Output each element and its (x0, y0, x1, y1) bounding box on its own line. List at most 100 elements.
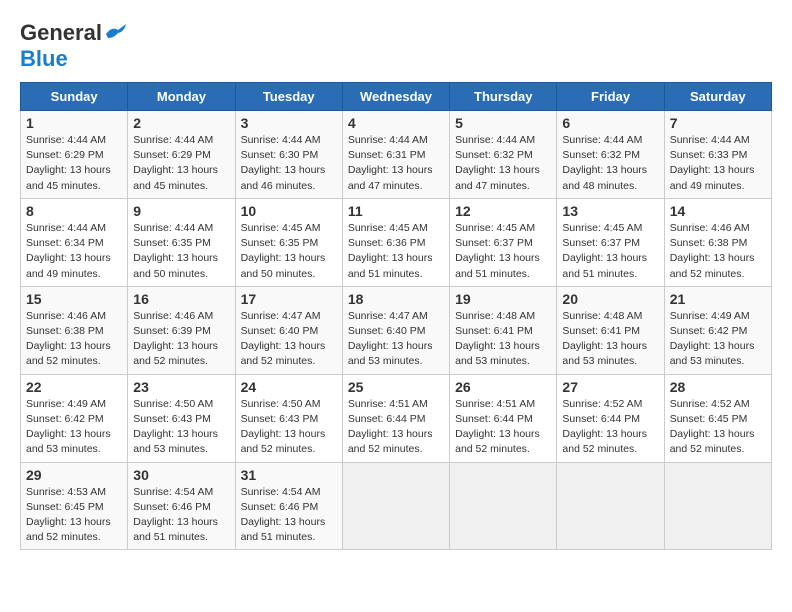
day-info: Sunrise: 4:46 AMSunset: 6:39 PMDaylight:… (133, 310, 218, 368)
day-info: Sunrise: 4:52 AMSunset: 6:44 PMDaylight:… (562, 398, 647, 456)
day-number: 24 (241, 379, 337, 395)
day-info: Sunrise: 4:51 AMSunset: 6:44 PMDaylight:… (455, 398, 540, 456)
calendar-cell: 2 Sunrise: 4:44 AMSunset: 6:29 PMDaylight… (128, 111, 235, 199)
calendar-cell: 25Sunrise: 4:51 AMSunset: 6:44 PMDayligh… (342, 374, 449, 462)
day-number: 17 (241, 291, 337, 307)
day-info: Sunrise: 4:49 AMSunset: 6:42 PMDaylight:… (670, 310, 755, 368)
calendar-table: Sunday Monday Tuesday Wednesday Thursday… (20, 82, 772, 550)
day-number: 28 (670, 379, 766, 395)
day-info: Sunrise: 4:49 AMSunset: 6:42 PMDaylight:… (26, 398, 111, 456)
day-info: Sunrise: 4:44 AMSunset: 6:32 PMDaylight:… (455, 134, 540, 192)
calendar-cell: 12 Sunrise: 4:45 AMSunset: 6:37 PMDayligh… (450, 198, 557, 286)
day-number: 6 (562, 115, 658, 131)
calendar-cell: 21 Sunrise: 4:49 AMSunset: 6:42 PMDayligh… (664, 286, 771, 374)
day-info: Sunrise: 4:44 AMSunset: 6:29 PMDaylight:… (133, 134, 218, 192)
calendar-cell (664, 462, 771, 550)
calendar-cell (450, 462, 557, 550)
day-number: 9 (133, 203, 229, 219)
day-number: 30 (133, 467, 229, 483)
day-number: 15 (26, 291, 122, 307)
page-header: General Blue (20, 20, 772, 72)
calendar-cell: 3 Sunrise: 4:44 AMSunset: 6:30 PMDaylight… (235, 111, 342, 199)
calendar-cell: 24Sunrise: 4:50 AMSunset: 6:43 PMDayligh… (235, 374, 342, 462)
calendar-cell: 23 Sunrise: 4:50 AMSunset: 6:43 PMDayligh… (128, 374, 235, 462)
day-number: 10 (241, 203, 337, 219)
logo: General Blue (20, 20, 126, 72)
day-number: 5 (455, 115, 551, 131)
col-tuesday: Tuesday (235, 83, 342, 111)
calendar-week-row: 8 Sunrise: 4:44 AMSunset: 6:34 PMDaylight… (21, 198, 772, 286)
day-info: Sunrise: 4:48 AMSunset: 6:41 PMDaylight:… (455, 310, 540, 368)
day-number: 21 (670, 291, 766, 307)
day-info: Sunrise: 4:44 AMSunset: 6:35 PMDaylight:… (133, 222, 218, 280)
day-number: 7 (670, 115, 766, 131)
calendar-week-row: 29 Sunrise: 4:53 AMSunset: 6:45 PMDayligh… (21, 462, 772, 550)
day-info: Sunrise: 4:46 AMSunset: 6:38 PMDaylight:… (26, 310, 111, 368)
calendar-cell: 28 Sunrise: 4:52 AMSunset: 6:45 PMDayligh… (664, 374, 771, 462)
day-number: 14 (670, 203, 766, 219)
day-number: 2 (133, 115, 229, 131)
calendar-cell: 16Sunrise: 4:46 AMSunset: 6:39 PMDayligh… (128, 286, 235, 374)
day-info: Sunrise: 4:44 AMSunset: 6:33 PMDaylight:… (670, 134, 755, 192)
day-number: 18 (348, 291, 444, 307)
calendar-week-row: 15 Sunrise: 4:46 AMSunset: 6:38 PMDayligh… (21, 286, 772, 374)
calendar-cell: 22 Sunrise: 4:49 AMSunset: 6:42 PMDayligh… (21, 374, 128, 462)
day-number: 11 (348, 203, 444, 219)
day-info: Sunrise: 4:52 AMSunset: 6:45 PMDaylight:… (670, 398, 755, 456)
calendar-cell: 19 Sunrise: 4:48 AMSunset: 6:41 PMDayligh… (450, 286, 557, 374)
day-number: 26 (455, 379, 551, 395)
day-number: 4 (348, 115, 444, 131)
day-number: 23 (133, 379, 229, 395)
day-info: Sunrise: 4:45 AMSunset: 6:37 PMDaylight:… (562, 222, 647, 280)
calendar-cell: 15 Sunrise: 4:46 AMSunset: 6:38 PMDayligh… (21, 286, 128, 374)
calendar-cell: 29 Sunrise: 4:53 AMSunset: 6:45 PMDayligh… (21, 462, 128, 550)
calendar-cell: 30 Sunrise: 4:54 AMSunset: 6:46 PMDayligh… (128, 462, 235, 550)
calendar-cell: 4Sunrise: 4:44 AMSunset: 6:31 PMDaylight… (342, 111, 449, 199)
day-info: Sunrise: 4:44 AMSunset: 6:29 PMDaylight:… (26, 134, 111, 192)
day-info: Sunrise: 4:50 AMSunset: 6:43 PMDaylight:… (133, 398, 218, 456)
day-info: Sunrise: 4:45 AMSunset: 6:37 PMDaylight:… (455, 222, 540, 280)
day-info: Sunrise: 4:47 AMSunset: 6:40 PMDaylight:… (241, 310, 326, 368)
col-sunday: Sunday (21, 83, 128, 111)
day-number: 8 (26, 203, 122, 219)
calendar-cell: 31Sunrise: 4:54 AMSunset: 6:46 PMDayligh… (235, 462, 342, 550)
calendar-week-row: 1 Sunrise: 4:44 AMSunset: 6:29 PMDaylight… (21, 111, 772, 199)
day-info: Sunrise: 4:44 AMSunset: 6:32 PMDaylight:… (562, 134, 647, 192)
day-info: Sunrise: 4:45 AMSunset: 6:35 PMDaylight:… (241, 222, 326, 280)
day-number: 20 (562, 291, 658, 307)
day-info: Sunrise: 4:54 AMSunset: 6:46 PMDaylight:… (133, 486, 218, 544)
day-info: Sunrise: 4:46 AMSunset: 6:38 PMDaylight:… (670, 222, 755, 280)
col-monday: Monday (128, 83, 235, 111)
day-info: Sunrise: 4:54 AMSunset: 6:46 PMDaylight:… (241, 486, 326, 544)
col-thursday: Thursday (450, 83, 557, 111)
logo-blue-text: Blue (20, 46, 68, 72)
calendar-cell: 20 Sunrise: 4:48 AMSunset: 6:41 PMDayligh… (557, 286, 664, 374)
calendar-cell: 18Sunrise: 4:47 AMSunset: 6:40 PMDayligh… (342, 286, 449, 374)
calendar-cell: 6 Sunrise: 4:44 AMSunset: 6:32 PMDaylight… (557, 111, 664, 199)
day-info: Sunrise: 4:44 AMSunset: 6:30 PMDaylight:… (241, 134, 326, 192)
logo-bird-icon (104, 24, 126, 40)
calendar-cell: 14 Sunrise: 4:46 AMSunset: 6:38 PMDayligh… (664, 198, 771, 286)
calendar-cell: 11 Sunrise: 4:45 AMSunset: 6:36 PMDayligh… (342, 198, 449, 286)
calendar-cell (342, 462, 449, 550)
calendar-cell: 27Sunrise: 4:52 AMSunset: 6:44 PMDayligh… (557, 374, 664, 462)
calendar-cell: 17 Sunrise: 4:47 AMSunset: 6:40 PMDayligh… (235, 286, 342, 374)
day-number: 3 (241, 115, 337, 131)
day-info: Sunrise: 4:53 AMSunset: 6:45 PMDaylight:… (26, 486, 111, 544)
calendar-header-row: Sunday Monday Tuesday Wednesday Thursday… (21, 83, 772, 111)
day-info: Sunrise: 4:48 AMSunset: 6:41 PMDaylight:… (562, 310, 647, 368)
day-info: Sunrise: 4:45 AMSunset: 6:36 PMDaylight:… (348, 222, 433, 280)
col-saturday: Saturday (664, 83, 771, 111)
day-number: 22 (26, 379, 122, 395)
day-number: 19 (455, 291, 551, 307)
day-number: 1 (26, 115, 122, 131)
day-number: 12 (455, 203, 551, 219)
calendar-cell: 26 Sunrise: 4:51 AMSunset: 6:44 PMDayligh… (450, 374, 557, 462)
day-number: 25 (348, 379, 444, 395)
day-number: 29 (26, 467, 122, 483)
calendar-cell (557, 462, 664, 550)
calendar-week-row: 22 Sunrise: 4:49 AMSunset: 6:42 PMDayligh… (21, 374, 772, 462)
calendar-cell: 7 Sunrise: 4:44 AMSunset: 6:33 PMDaylight… (664, 111, 771, 199)
day-info: Sunrise: 4:44 AMSunset: 6:34 PMDaylight:… (26, 222, 111, 280)
col-friday: Friday (557, 83, 664, 111)
